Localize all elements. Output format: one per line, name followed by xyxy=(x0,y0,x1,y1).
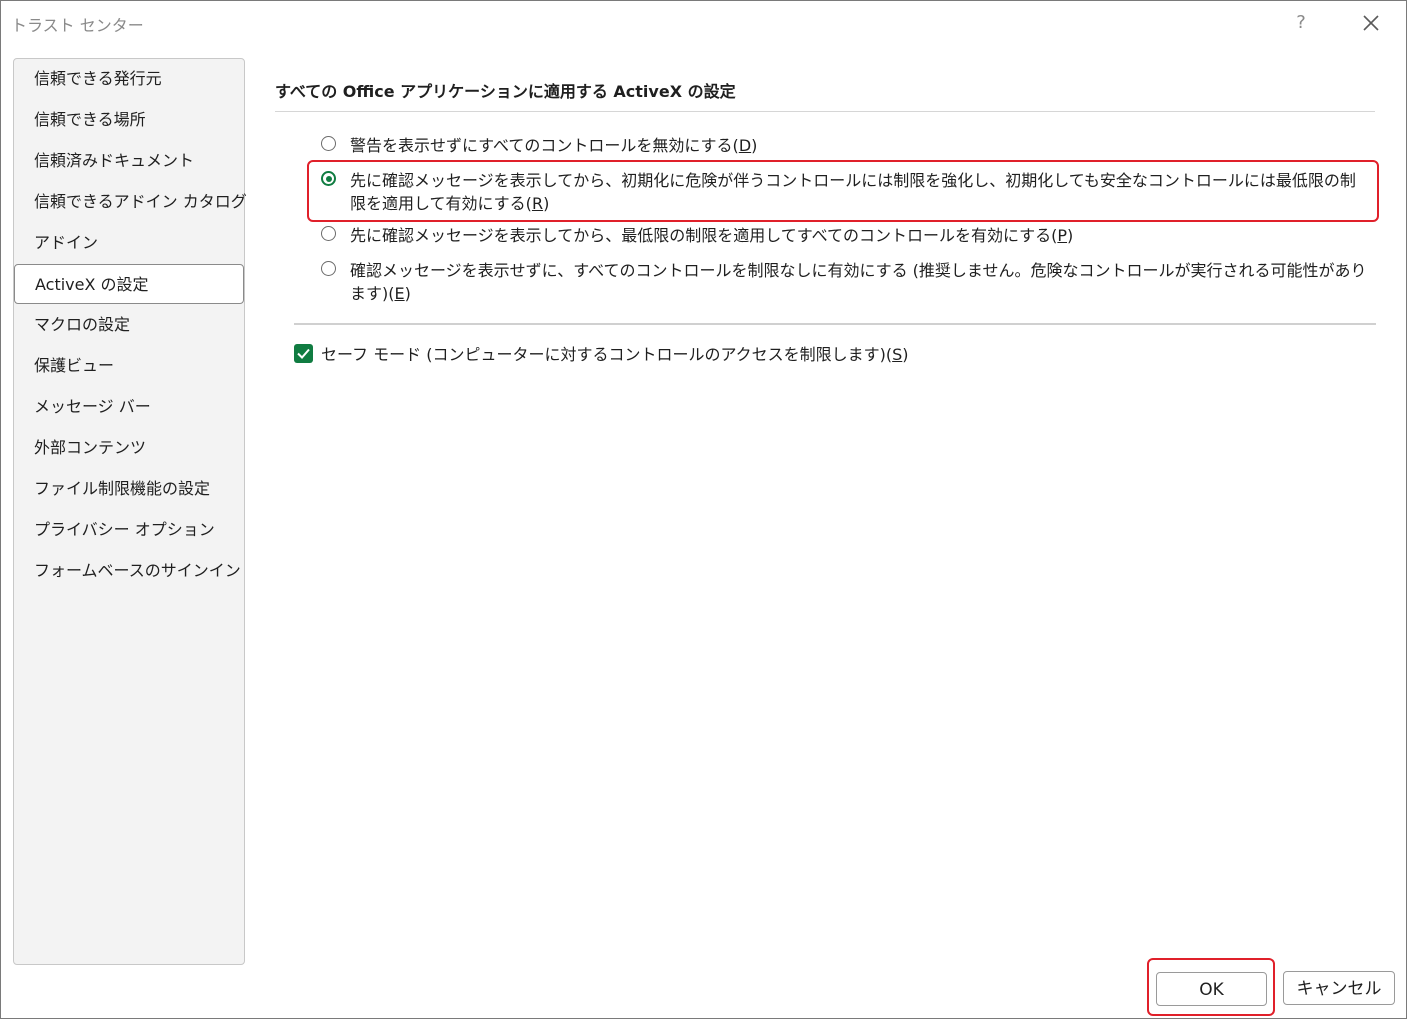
option-label: 確認メッセージを表示せずに、すべてのコントロールを制限なしに有効にする (推奨し… xyxy=(350,261,1367,303)
cancel-button[interactable]: キャンセル xyxy=(1283,971,1395,1005)
section-divider xyxy=(275,111,1375,112)
option-label: 警告を表示せずにすべてのコントロールを無効にする(D) xyxy=(350,136,758,155)
trust-center-dialog: トラスト センター ? 信頼できる発行元 信頼できる場所 信頼済みドキュメント … xyxy=(0,0,1407,1019)
window-title: トラスト センター xyxy=(11,16,144,35)
sidebar-item-trusted-publishers[interactable]: 信頼できる発行元 xyxy=(14,59,244,99)
sidebar-item-macro-settings[interactable]: マクロの設定 xyxy=(14,305,244,345)
checkmark-icon xyxy=(297,348,310,359)
sidebar-item-form-based-signin[interactable]: フォームベースのサインイン xyxy=(14,551,244,591)
safe-mode-label: セーフ モード (コンピューターに対するコントロールのアクセスを制限します)(S… xyxy=(321,345,909,364)
sidebar: 信頼できる発行元 信頼できる場所 信頼済みドキュメント 信頼できるアドイン カタ… xyxy=(13,58,247,965)
ok-button[interactable]: OK xyxy=(1156,972,1267,1006)
sidebar-item-file-block-settings[interactable]: ファイル制限機能の設定 xyxy=(14,469,244,509)
options-divider xyxy=(294,323,1376,325)
radio-button[interactable] xyxy=(321,261,336,276)
option-label: 先に確認メッセージを表示してから、最低限の制限を適用してすべてのコントロールを有… xyxy=(350,226,1074,245)
main-panel: すべての Office アプリケーションに適用する ActiveX の設定 警告… xyxy=(275,1,1385,1020)
sidebar-item-activex-settings[interactable]: ActiveX の設定 xyxy=(14,264,244,304)
section-title: すべての Office アプリケーションに適用する ActiveX の設定 xyxy=(275,82,736,101)
radio-button[interactable] xyxy=(321,136,336,151)
sidebar-item-privacy-options[interactable]: プライバシー オプション xyxy=(14,510,244,550)
selected-option-highlight xyxy=(307,160,1379,222)
sidebar-item-external-content[interactable]: 外部コンテンツ xyxy=(14,428,244,468)
radio-button[interactable] xyxy=(321,226,336,241)
safe-mode-checkbox[interactable] xyxy=(294,344,313,363)
sidebar-item-trusted-addin-catalogs[interactable]: 信頼できるアドイン カタログ xyxy=(14,182,247,222)
sidebar-item-trusted-locations[interactable]: 信頼できる場所 xyxy=(14,100,244,140)
sidebar-item-trusted-documents[interactable]: 信頼済みドキュメント xyxy=(14,141,244,181)
sidebar-item-protected-view[interactable]: 保護ビュー xyxy=(14,346,244,386)
sidebar-item-message-bar[interactable]: メッセージ バー xyxy=(14,387,244,427)
sidebar-item-addins[interactable]: アドイン xyxy=(14,223,244,263)
